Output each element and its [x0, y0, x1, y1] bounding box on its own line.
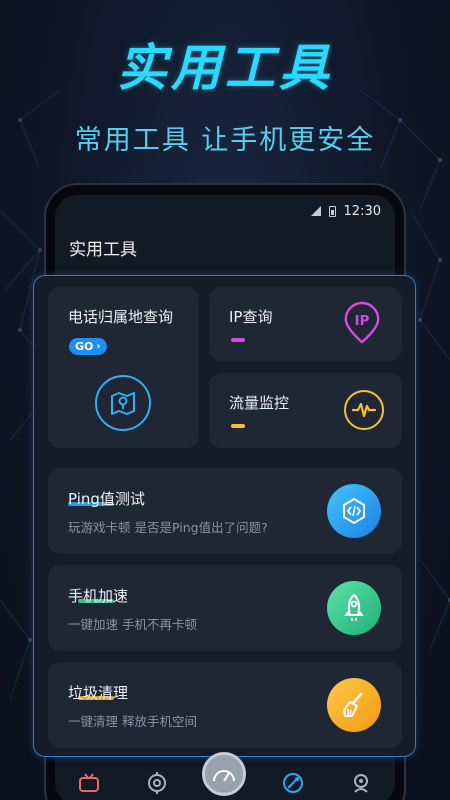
chevron-right-icon: ›	[96, 341, 101, 352]
signal-icon	[310, 206, 321, 216]
traffic-monitor-indicator	[231, 424, 245, 428]
tools-panel: 电话归属地查询 GO › IP查询 IP 流量监控 Ping值测试 玩游戏卡顿 …	[33, 275, 416, 757]
go-badge-label: GO	[75, 340, 94, 353]
app-title: 实用工具	[69, 240, 137, 260]
tab-tv-icon[interactable]	[77, 771, 101, 795]
battery-icon	[328, 205, 336, 217]
status-time: 12:30	[343, 203, 381, 219]
ip-pin-text: IP	[355, 314, 370, 329]
ip-pin-icon: IP	[342, 301, 382, 344]
brush-icon	[327, 678, 381, 732]
ping-test-card[interactable]: Ping值测试 玩游戏卡顿 是否是Ping值出了问题?	[48, 468, 402, 554]
tab-robot-icon[interactable]	[349, 771, 373, 795]
tab-target-icon[interactable]	[145, 771, 169, 795]
phone-boost-desc: 一键加速 手机不再卡顿	[68, 617, 197, 632]
go-badge[interactable]: GO ›	[69, 338, 107, 355]
ip-query-card[interactable]: IP查询 IP	[209, 287, 402, 361]
junk-clean-card[interactable]: 垃圾清理 一键清理 释放手机空间	[48, 662, 402, 748]
ip-query-title: IP查询	[229, 308, 273, 326]
junk-clean-title: 垃圾清理	[68, 684, 129, 702]
phone-lookup-card[interactable]: 电话归属地查询 GO ›	[48, 287, 199, 448]
ping-test-title: Ping值测试	[68, 490, 145, 508]
tab-tools-icon[interactable]	[281, 771, 305, 795]
code-hexagon-icon	[327, 484, 381, 538]
traffic-monitor-title: 流量监控	[229, 394, 290, 412]
waveform-icon	[344, 390, 384, 430]
speedometer-icon[interactable]	[202, 752, 246, 796]
rocket-icon	[327, 581, 381, 635]
traffic-monitor-card[interactable]: 流量监控	[209, 373, 402, 448]
phone-lookup-title: 电话归属地查询	[68, 308, 174, 326]
map-pin-icon	[95, 375, 151, 431]
ip-query-indicator	[231, 338, 245, 342]
promo-title: 实用工具	[117, 39, 333, 97]
promo-subtitle: 常用工具 让手机更安全	[74, 125, 376, 156]
ping-test-desc: 玩游戏卡顿 是否是Ping值出了问题?	[68, 520, 268, 535]
phone-boost-card[interactable]: 手机加速 一键加速 手机不再卡顿	[48, 565, 402, 651]
phone-boost-title: 手机加速	[68, 587, 129, 605]
junk-clean-desc: 一键清理 释放手机空间	[68, 714, 197, 729]
status-bar: 12:30	[310, 201, 381, 221]
